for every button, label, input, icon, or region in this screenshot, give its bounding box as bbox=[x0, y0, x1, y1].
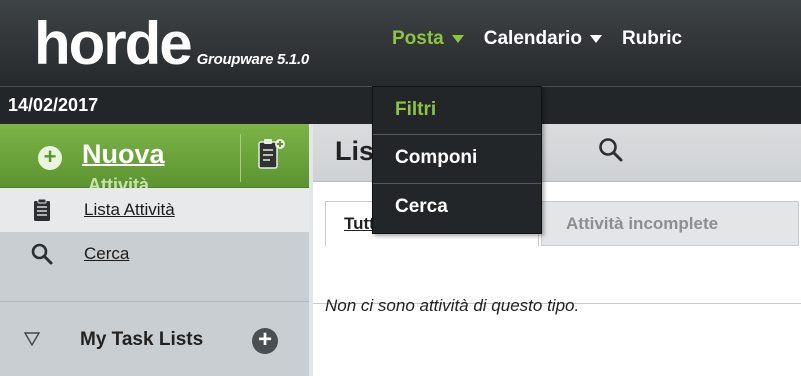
search-icon bbox=[31, 243, 53, 265]
clipboard-icon bbox=[34, 198, 50, 221]
expand-triangle-icon[interactable] bbox=[24, 332, 40, 346]
search-icon[interactable] bbox=[597, 136, 625, 164]
empty-list-message: Non ci sono attività di questo tipo. bbox=[325, 296, 580, 315]
sidebar-item-task-list[interactable]: Lista Attività bbox=[0, 188, 309, 232]
plus-circle-icon[interactable]: + bbox=[252, 328, 278, 354]
nav-label-rubrica: Rubric bbox=[621, 28, 683, 49]
menu-item-filtri[interactable]: Filtri bbox=[373, 87, 541, 135]
horde-logo[interactable]: horde Groupware 5.1.0 bbox=[34, 14, 309, 74]
posta-dropdown-menu: Filtri Componi Cerca bbox=[372, 86, 542, 234]
sidebar-item-search[interactable]: Cerca bbox=[0, 232, 309, 276]
sidebar: + Nuova Attività Lista Attività Cerca My… bbox=[0, 124, 313, 376]
chevron-down-icon bbox=[589, 35, 602, 43]
my-task-lists-section[interactable]: My Task Lists + bbox=[0, 302, 309, 376]
nav-label-posta: Posta bbox=[392, 28, 444, 49]
menu-item-cerca[interactable]: Cerca bbox=[373, 184, 541, 232]
nav-item-calendario[interactable]: Calendario bbox=[484, 28, 602, 50]
sidebar-item-label: Lista Attività bbox=[84, 200, 175, 219]
logo-word: horde bbox=[34, 10, 193, 77]
new-task-label-line2: Attività bbox=[88, 176, 150, 188]
nav-label-calendario: Calendario bbox=[483, 28, 582, 49]
chevron-down-icon bbox=[451, 35, 464, 43]
new-task-label: Nuova bbox=[82, 139, 165, 169]
new-task-divider bbox=[240, 134, 241, 182]
top-bar: horde Groupware 5.1.0 Posta Calendario R… bbox=[0, 0, 801, 86]
new-task-clipboard-icon[interactable] bbox=[256, 136, 286, 172]
my-task-lists-label: My Task Lists bbox=[80, 329, 204, 350]
tab-incomplete[interactable]: Attività incomplete bbox=[541, 201, 799, 246]
main-nav: Posta Calendario Rubric bbox=[392, 28, 702, 50]
nav-item-rubrica[interactable]: Rubric bbox=[622, 28, 682, 50]
menu-item-componi[interactable]: Componi bbox=[373, 135, 541, 183]
new-task-button[interactable]: + Nuova Attività bbox=[0, 124, 309, 188]
plus-circle-icon: + bbox=[38, 146, 62, 170]
sidebar-item-label: Cerca bbox=[84, 244, 130, 263]
logo-version: Groupware 5.1.0 bbox=[196, 51, 310, 68]
nav-item-posta[interactable]: Posta bbox=[392, 28, 464, 50]
current-date: 14/02/2017 bbox=[8, 95, 99, 115]
